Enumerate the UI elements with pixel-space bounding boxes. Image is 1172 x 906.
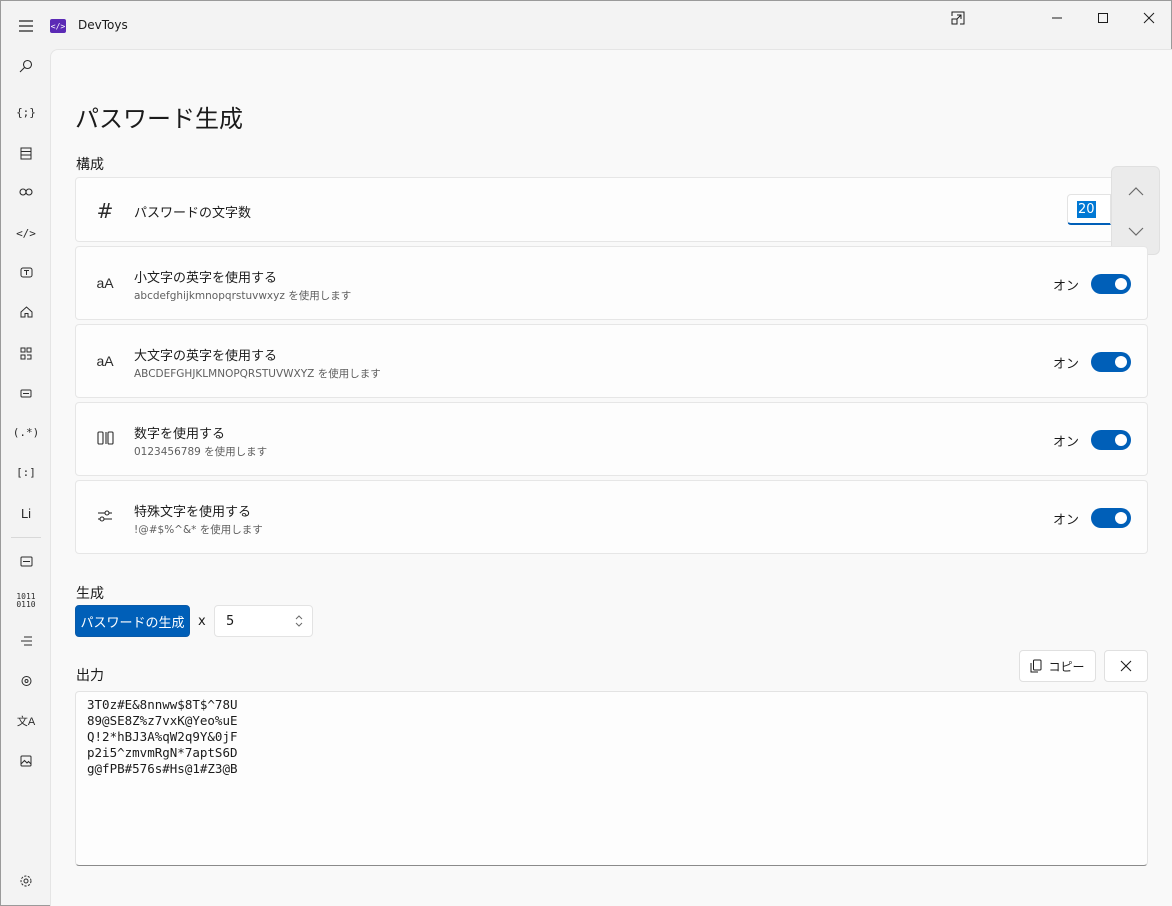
uppercase-aa-icon: aA [96,353,114,369]
regex-icon[interactable]: (.*) [13,419,40,445]
config-section-label: 構成 [76,157,104,173]
output-line: Q!2*hBJ3A%qW2q9Y&0jF [87,729,238,744]
lowercase-option-desc: abcdefghijkmnopqrstuvwxyz を使用します [134,290,352,302]
uppercase-option-desc: ABCDEFGHJKLMNOPQRSTUVWXYZ を使用します [134,368,381,380]
app-logo-icon: </> [50,19,66,33]
copy-button[interactable]: コピー [1019,650,1096,682]
close-icon[interactable] [1126,1,1172,35]
output-section-label: 出力 [76,668,104,684]
special-chars-toggle-state: オン [1052,513,1079,528]
lowercase-option-title: 小文字の英字を使用する [134,271,278,286]
text-icon[interactable] [13,259,39,285]
password-length-input[interactable]: 20 [1067,194,1111,225]
output-textarea[interactable]: 3T0z#E&8nnww$8T$^78U 89@SE8Z%z7vxK@Yeo%u… [75,691,1148,866]
digits-toggle-state: オン [1052,435,1079,450]
digits-option-card: 数字を使用する 0123456789 を使用します オン [75,402,1148,476]
compact-overlay-icon[interactable] [935,1,981,35]
generate-password-button[interactable]: パスワードの生成 [75,605,190,637]
copy-icon [1030,659,1042,673]
card-icon[interactable] [13,380,39,406]
home-icon[interactable] [13,299,39,325]
output-line: g@fPB#576s#Hs@1#Z3@B [87,761,238,776]
lowercase-option-card: aA 小文字の英字を使用する abcdefghijkmnopqrstuvwxyz… [75,246,1148,320]
clear-x-icon [1120,660,1132,672]
generators-icon[interactable] [13,340,39,366]
multiply-label: x [198,614,206,629]
length-spinner [1111,166,1160,255]
hamburger-menu-icon[interactable] [12,12,40,40]
uppercase-option-card: aA 大文字の英字を使用する ABCDEFGHJKLMNOPQRSTUVWXYZ… [75,324,1148,398]
link-icon[interactable] [13,179,39,205]
uppercase-option-title: 大文字の英字を使用する [134,349,278,364]
translate-icon[interactable]: 文A [13,708,39,734]
digits-icon [94,431,116,445]
page-title: パスワード生成 [75,105,243,133]
output-line: 89@SE8Z%z7vxK@Yeo%uE [87,713,238,728]
uppercase-toggle-state: オン [1052,357,1079,372]
special-chars-option-card: 特殊文字を使用する !@#$%^&* を使用します オン [75,480,1148,554]
lowercase-aa-icon: aA [96,275,114,291]
special-chars-option-title: 特殊文字を使用する [134,505,252,520]
increment-chevron-up-icon[interactable] [1112,171,1159,211]
generate-section-label: 生成 [76,586,104,602]
digits-option-desc: 0123456789 を使用します [134,446,268,458]
image-icon[interactable] [13,748,39,774]
digits-option-title: 数字を使用する [134,427,226,442]
format-icon[interactable] [13,548,39,574]
code-icon[interactable]: </> [13,220,39,246]
password-length-label: パスワードの文字数 [134,206,252,221]
lorem-icon[interactable]: Li [13,500,39,526]
special-chars-option-desc: !@#$%^&* を使用します [134,524,263,536]
special-chars-toggle[interactable] [1091,508,1131,528]
binary-icon[interactable]: 1011 0110 [13,588,39,614]
password-count-input[interactable]: 5 [214,605,313,637]
digits-toggle[interactable] [1091,430,1131,450]
output-line: p2i5^zmvmRgN*7aptS6D [87,745,238,760]
list-icon[interactable] [13,628,39,654]
minimize-icon[interactable] [1034,1,1080,35]
app-title: DevToys [78,18,128,32]
password-count-value: 5 [226,614,235,629]
encoders-icon[interactable] [13,140,39,166]
bracket-icon[interactable]: [:] [13,459,39,485]
maximize-icon[interactable] [1080,1,1126,35]
output-line: 3T0z#E&8nnww$8T$^78U [87,697,238,712]
count-spinner-icon[interactable] [294,613,304,629]
password-length-card: # パスワードの文字数 [75,177,1148,242]
hash-icon[interactable] [13,668,39,694]
special-chars-slider-icon [94,509,116,523]
clear-button[interactable] [1104,650,1148,682]
search-icon[interactable] [13,53,39,79]
uppercase-toggle[interactable] [1091,352,1131,372]
lowercase-toggle[interactable] [1091,274,1131,294]
app-window: </> DevToys {;} </> (.*) [:] Li 1011 011… [0,0,1172,906]
password-length-value: 20 [1077,201,1096,218]
hash-length-icon: # [96,199,114,223]
decrement-chevron-down-icon[interactable] [1112,211,1159,251]
settings-icon[interactable] [13,868,39,894]
copy-button-label: コピー [1048,659,1085,674]
title-bar: </> DevToys [1,1,1171,49]
nav-separator [11,537,41,538]
converters-icon[interactable]: {;} [13,99,39,125]
lowercase-toggle-state: オン [1052,279,1079,294]
